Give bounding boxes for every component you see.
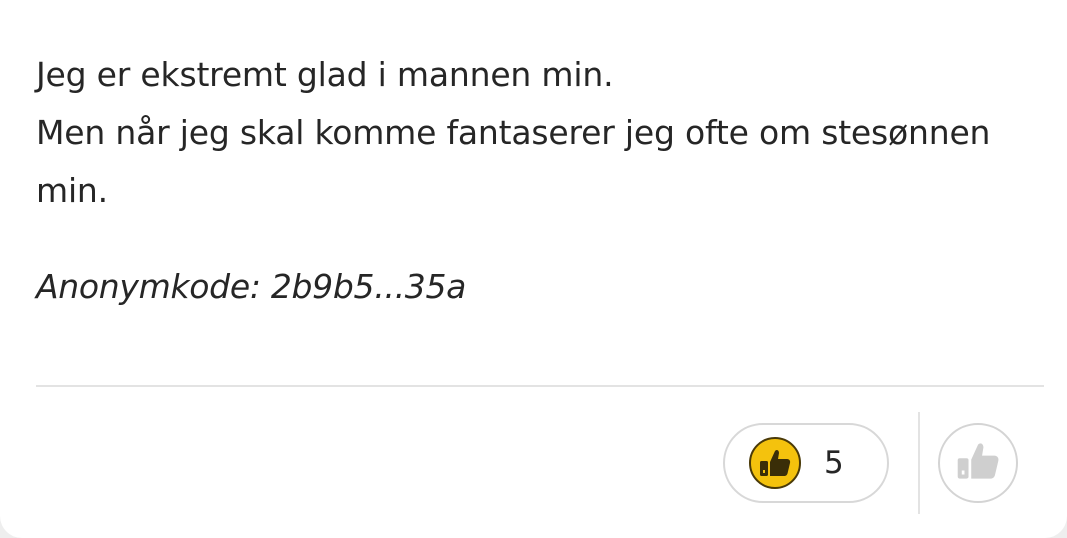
divider [36,385,1044,387]
like-button[interactable]: 5 [723,423,889,503]
like-count: 5 [824,445,844,481]
thumbs-up-outline-icon [955,440,1001,486]
post-card: Jeg er ekstremt glad i mannen min. Men n… [0,0,1067,538]
post-line-2: Men når jeg skal komme fantaserer jeg of… [36,113,991,210]
anonymous-code: Anonymkode: 2b9b5...35a [36,267,467,306]
react-button[interactable] [938,423,1018,503]
reaction-separator [918,412,920,514]
post-body: Jeg er ekstremt glad i mannen min. Men n… [36,46,1046,220]
post-line-1: Jeg er ekstremt glad i mannen min. [36,55,614,94]
thumbs-up-icon [749,437,801,489]
